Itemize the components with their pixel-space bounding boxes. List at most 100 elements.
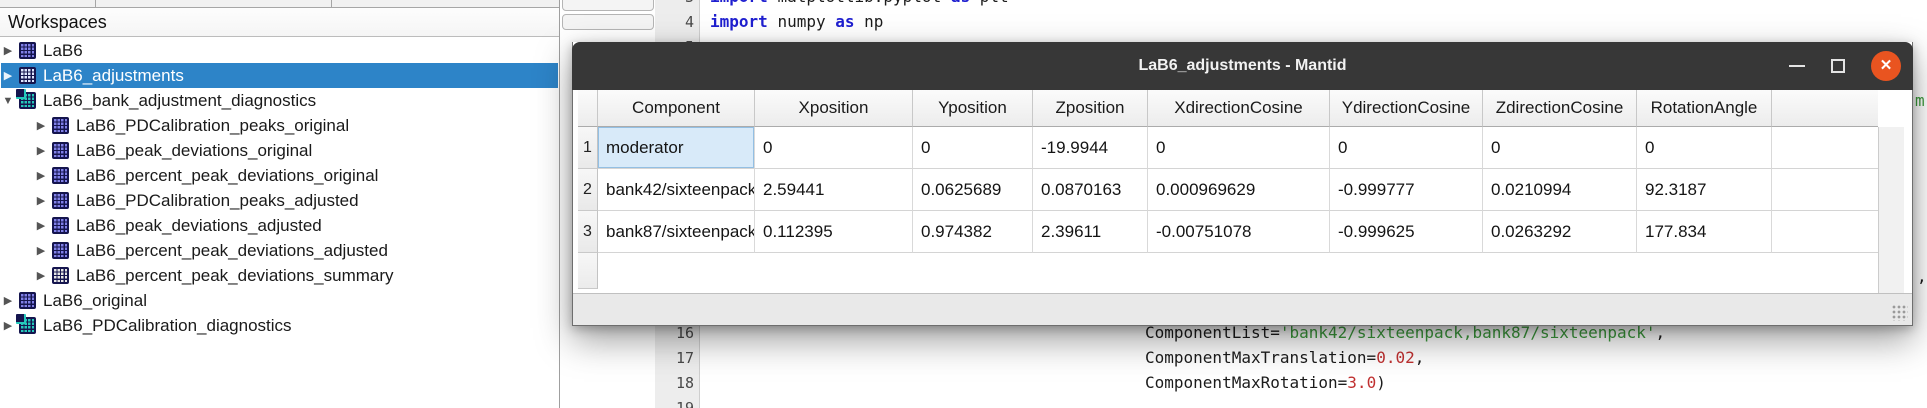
cell-RotationAngle[interactable]: 92.3187 [1637, 169, 1772, 211]
workspace-label: LaB6_percent_peak_deviations_adjusted [76, 241, 388, 261]
dialog-bottom-bar [573, 293, 1912, 325]
workspace-item-LaB6_PDCalibration_peaks_adjusted[interactable]: ▶LaB6_PDCalibration_peaks_adjusted [1, 188, 558, 213]
cell-Zposition[interactable]: -19.9944 [1033, 127, 1148, 169]
row-number[interactable]: 1 [578, 127, 598, 169]
close-button-icon[interactable]: ✕ [1871, 51, 1901, 81]
expand-arrow-icon[interactable]: ▶ [34, 269, 48, 282]
column-header-RotationAngle[interactable]: RotationAngle [1637, 90, 1772, 127]
expand-arrow-icon[interactable]: ▶ [34, 144, 48, 157]
table-workspace-icon [52, 117, 69, 134]
cell-ZdirectionCosine[interactable]: 0 [1483, 127, 1637, 169]
cell-YdirectionCosine[interactable]: 0 [1330, 127, 1483, 169]
table-header-row: ComponentXpositionYpositionZpositionXdir… [578, 90, 1908, 127]
code-token: matplotlib.pyplot [777, 0, 950, 6]
code-token: ComponentMaxRotation= [1145, 373, 1347, 392]
minimize-button-icon[interactable] [1789, 65, 1805, 67]
code-line-4[interactable]: import numpy as np [710, 11, 883, 33]
workspace-label: LaB6_adjustments [43, 66, 184, 86]
workspaces-panel: Workspaces ▶LaB6▶LaB6_adjustments▼LaB6_b… [0, 0, 560, 408]
cell-RotationAngle[interactable]: 177.834 [1637, 211, 1772, 253]
column-header-ZdirectionCosine[interactable]: ZdirectionCosine [1483, 90, 1637, 127]
cell-XdirectionCosine[interactable]: 0 [1148, 127, 1330, 169]
cell-Yposition[interactable]: 0.974382 [913, 211, 1033, 253]
workspace-tree: ▶ LaB6 ▶ LaB6_adjustments ▼ LaB6_bank_adjustm… [1, 38, 558, 338]
row-number-stub [578, 253, 598, 289]
column-header-Yposition[interactable]: Yposition [913, 90, 1033, 127]
cell-YdirectionCosine[interactable]: -0.999625 [1330, 211, 1483, 253]
table-row: 2bank42/sixteenpack2.594410.06256890.087… [578, 169, 1908, 211]
cell-Xposition[interactable]: 0 [755, 127, 913, 169]
window-controls: ✕ [1789, 42, 1901, 90]
collapse-arrow-icon[interactable]: ▼ [1, 95, 15, 107]
row-number[interactable]: 2 [578, 169, 598, 211]
group-workspace-icon [19, 317, 36, 334]
clipped-glyph: , [1917, 266, 1927, 288]
workspace-item-LaB6_original[interactable]: ▶LaB6_original [1, 288, 558, 313]
workspace-item-LaB6_adjustments[interactable]: ▶ LaB6_adjustments [1, 63, 558, 88]
cell-Zposition[interactable]: 2.39611 [1033, 211, 1148, 253]
workspace-label: LaB6_percent_peak_deviations_summary [76, 266, 394, 286]
workspace-item-LaB6_bank_adjustment_diagnostics[interactable]: ▼ LaB6_bank_adjustment_diagnostics [1, 88, 558, 113]
workspace-item-LaB6[interactable]: ▶ LaB6 [1, 38, 558, 63]
expand-arrow-icon[interactable]: ▶ [34, 119, 48, 132]
row-number[interactable]: 3 [578, 211, 598, 253]
workspace-item-LaB6_PDCalibration_peaks_original[interactable]: ▶LaB6_PDCalibration_peaks_original [1, 113, 558, 138]
cell-Xposition[interactable]: 2.59441 [755, 169, 913, 211]
workspace-label: LaB6_bank_adjustment_diagnostics [43, 91, 316, 111]
cell-Yposition[interactable]: 0.0625689 [913, 169, 1033, 211]
clipped-glyph: m [1915, 90, 1925, 112]
expand-arrow-icon[interactable]: ▶ [34, 219, 48, 232]
cell-Component[interactable]: moderator [598, 127, 755, 169]
expand-arrow-icon[interactable]: ▶ [34, 169, 48, 182]
table-workspace-icon [19, 67, 36, 84]
cell-ZdirectionCosine[interactable]: 0.0263292 [1483, 211, 1637, 253]
cell-XdirectionCosine[interactable]: -0.00751078 [1148, 211, 1330, 253]
cell-Xposition[interactable]: 0.112395 [755, 211, 913, 253]
expand-arrow-icon[interactable]: ▶ [34, 244, 48, 257]
column-header-YdirectionCosine[interactable]: YdirectionCosine [1330, 90, 1483, 127]
workspace-item-LaB6_peak_deviations_adjusted[interactable]: ▶LaB6_peak_deviations_adjusted [1, 213, 558, 238]
workspace-item-LaB6_percent_peak_deviations_original[interactable]: ▶ LaB6_percent_peak_deviations_original [1, 163, 558, 188]
resize-grip-icon[interactable] [1892, 305, 1908, 321]
empty-row [578, 253, 1908, 289]
workspace-label: LaB6 [43, 41, 83, 61]
expand-arrow-icon[interactable]: ▶ [1, 319, 15, 332]
workspace-item-LaB6_peak_deviations_original[interactable]: ▶LaB6_peak_deviations_original [1, 138, 558, 163]
code-token: , [1415, 348, 1425, 367]
column-header-XdirectionCosine[interactable]: XdirectionCosine [1148, 90, 1330, 127]
line-number: 3 [660, 0, 694, 8]
cell-ZdirectionCosine[interactable]: 0.0210994 [1483, 169, 1637, 211]
table-workspace-icon [52, 167, 69, 184]
dialog-titlebar[interactable]: LaB6_adjustments - Mantid ✕ [572, 42, 1913, 90]
code-line-17[interactable]: ComponentMaxTranslation=0.02, [1145, 347, 1424, 369]
workspace-item-LaB6_PDCalibration_diagnostics[interactable]: ▶LaB6_PDCalibration_diagnostics [1, 313, 558, 338]
cell-Zposition[interactable]: 0.0870163 [1033, 169, 1148, 211]
workspace-label: LaB6_percent_peak_deviations_original [76, 166, 378, 186]
expand-arrow-icon[interactable]: ▶ [1, 69, 15, 82]
code-line-18[interactable]: ComponentMaxRotation=3.0) [1145, 372, 1386, 394]
column-header-Xposition[interactable]: Xposition [755, 90, 913, 127]
code-token: 3.0 [1347, 373, 1376, 392]
cell-YdirectionCosine[interactable]: -0.999777 [1330, 169, 1483, 211]
maximize-button-icon[interactable] [1831, 59, 1845, 73]
expand-arrow-icon[interactable]: ▶ [1, 294, 15, 307]
cell-Component[interactable]: bank42/sixteenpack [598, 169, 755, 211]
table-workspace-icon [52, 267, 69, 284]
expand-arrow-icon[interactable]: ▶ [1, 44, 15, 57]
workspace-item-LaB6_percent_peak_deviations_adjusted[interactable]: ▶ LaB6_percent_peak_deviations_adjusted [1, 238, 558, 263]
table-row: 3bank87/sixteenpack0.1123950.9743822.396… [578, 211, 1908, 253]
cell-RotationAngle[interactable]: 0 [1637, 127, 1772, 169]
cell-Yposition[interactable]: 0 [913, 127, 1033, 169]
column-header-Zposition[interactable]: Zposition [1033, 90, 1148, 127]
column-header-Component[interactable]: Component [598, 90, 755, 127]
table-workspace-icon [52, 217, 69, 234]
cell-XdirectionCosine[interactable]: 0.000969629 [1148, 169, 1330, 211]
expand-arrow-icon[interactable]: ▶ [34, 194, 48, 207]
code-token: ) [1376, 373, 1386, 392]
code-line-3[interactable]: import matplotlib.pyplot as plt [710, 0, 1009, 8]
workspace-item-LaB6_percent_peak_deviations_summary[interactable]: ▶ LaB6_percent_peak_deviations_summary [1, 263, 558, 288]
cell-Component[interactable]: bank87/sixteenpack [598, 211, 755, 253]
vertical-scrollbar[interactable] [1878, 127, 1904, 294]
code-token: as [951, 0, 980, 6]
editor-top-widget-fragment [562, 14, 654, 30]
